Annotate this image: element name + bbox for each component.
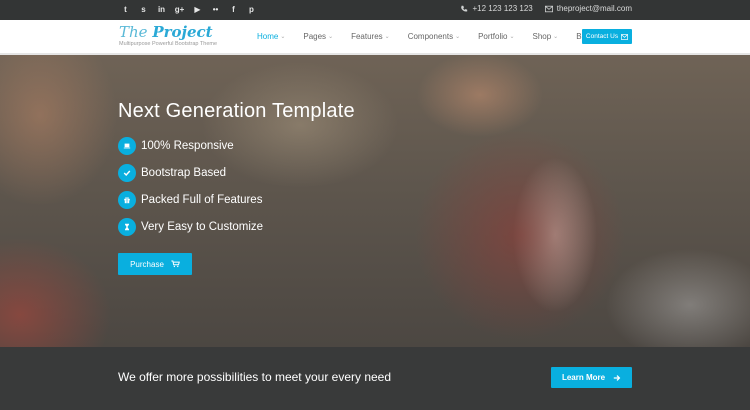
top-bar: t s in g+ ▶ •• f p +12 123 123 123 thepr… (0, 0, 750, 20)
pinterest-icon[interactable]: p (245, 3, 258, 16)
feature-label: Packed Full of Features (141, 194, 263, 206)
purchase-button[interactable]: Purchase (118, 253, 192, 275)
chevron-down-icon: ⌄ (455, 34, 461, 40)
skype-icon[interactable]: s (137, 3, 150, 16)
chevron-down-icon: ⌄ (553, 34, 559, 40)
youtube-icon[interactable]: ▶ (191, 3, 204, 16)
nav-label: Components (407, 32, 454, 41)
twitter-icon[interactable]: t (119, 3, 132, 16)
chevron-down-icon: ⌄ (384, 34, 390, 40)
feature-item: 100% Responsive (118, 137, 263, 155)
feature-item: Packed Full of Features (118, 191, 263, 209)
laptop-icon (118, 137, 136, 155)
cta-text: We offer more possibilities to meet your… (118, 370, 392, 384)
main-nav: Home ⌄ Pages ⌄ Features ⌄ Components ⌄ Portf… (257, 32, 617, 41)
feature-list: 100% Responsive Bootstrap Based Packed F… (118, 137, 263, 245)
phone-number: +12 123 123 123 (472, 4, 533, 13)
logo-prefix: The (119, 23, 148, 41)
contact-us-button[interactable]: Contact Us (582, 29, 632, 44)
social-links: t s in g+ ▶ •• f p (119, 3, 258, 16)
linkedin-icon[interactable]: in (155, 3, 168, 16)
logo-title: The Project (119, 24, 217, 40)
chevron-down-icon: ⌄ (280, 34, 286, 40)
flickr-icon[interactable]: •• (209, 3, 222, 16)
chevron-down-icon: ⌄ (509, 34, 515, 40)
nav-shop[interactable]: Shop ⌄ (532, 32, 558, 41)
phone-info: +12 123 123 123 (460, 4, 533, 13)
logo-main: Project (152, 23, 213, 41)
hero-slider: Next Generation Template 100% Responsive… (0, 55, 750, 347)
hero-title: Next Generation Template (118, 100, 355, 122)
nav-components[interactable]: Components ⌄ (408, 32, 460, 41)
nav-home[interactable]: Home ⌄ (257, 32, 285, 41)
hourglass-icon (118, 218, 136, 236)
contact-info: +12 123 123 123 theproject@mail.com (460, 4, 632, 13)
feature-label: Very Easy to Customize (141, 221, 264, 233)
call-to-action: We offer more possibilities to meet your… (0, 347, 750, 410)
header: The Project Multipurpose Powerful Bootst… (0, 20, 750, 55)
nav-features[interactable]: Features ⌄ (351, 32, 390, 41)
nav-label: Features (351, 32, 383, 41)
nav-portfolio[interactable]: Portfolio ⌄ (478, 32, 514, 41)
email-address[interactable]: theproject@mail.com (557, 4, 632, 13)
nav-label: Home (257, 32, 279, 41)
logo[interactable]: The Project Multipurpose Powerful Bootst… (119, 24, 217, 47)
nav-pages[interactable]: Pages ⌄ (303, 32, 333, 41)
nav-label: Portfolio (478, 32, 508, 41)
learn-more-button[interactable]: Learn More (551, 367, 632, 388)
envelope-icon (621, 33, 629, 40)
phone-icon (461, 5, 468, 12)
facebook-icon[interactable]: f (227, 3, 240, 16)
check-icon (118, 164, 136, 182)
gift-icon (118, 191, 136, 209)
feature-label: Bootstrap Based (141, 167, 227, 179)
envelope-icon (544, 5, 553, 12)
email-info[interactable]: theproject@mail.com (544, 4, 632, 13)
feature-item: Bootstrap Based (118, 164, 263, 182)
arrow-right-icon (613, 374, 621, 381)
contact-us-label: Contact Us (585, 33, 619, 40)
purchase-label: Purchase (130, 259, 164, 269)
chevron-down-icon: ⌄ (328, 34, 334, 40)
nav-label: Pages (303, 32, 327, 41)
feature-item: Very Easy to Customize (118, 218, 263, 236)
cart-icon (171, 260, 180, 268)
google-plus-icon[interactable]: g+ (173, 3, 186, 16)
logo-tagline: Multipurpose Powerful Bootstrap Theme (119, 41, 218, 47)
nav-label: Shop (532, 32, 552, 41)
feature-label: 100% Responsive (141, 140, 234, 152)
learn-more-label: Learn More (561, 373, 606, 382)
